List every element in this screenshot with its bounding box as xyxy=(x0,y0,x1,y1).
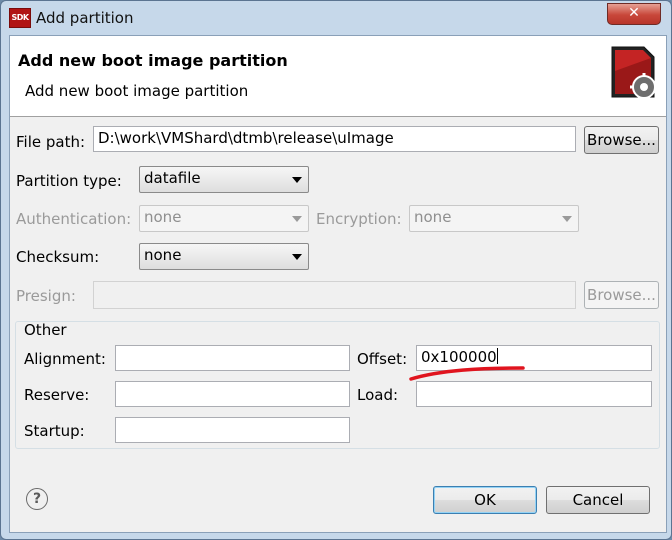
partition-type-select[interactable]: datafile xyxy=(139,166,309,193)
reserve-label: Reserve: xyxy=(24,386,90,404)
load-label: Load: xyxy=(357,386,399,404)
file-path-input[interactable]: D:\work\VMShard\dtmb\release\uImage xyxy=(93,126,576,152)
checksum-label: Checksum: xyxy=(16,248,100,266)
banner-title: Add new boot image partition xyxy=(18,51,288,70)
banner-message: Add new boot image partition xyxy=(25,82,249,100)
chevron-down-icon xyxy=(562,216,572,222)
reserve-input[interactable] xyxy=(115,381,350,407)
partition-type-label: Partition type: xyxy=(16,172,122,190)
partition-type-value: datafile xyxy=(144,169,201,187)
alignment-input[interactable] xyxy=(115,345,350,371)
title-bar: SDK Add partition ✕ xyxy=(1,1,672,35)
alignment-label: Alignment: xyxy=(24,350,106,368)
sd-card-gear-icon xyxy=(611,46,658,101)
browse-presign-button[interactable]: Browse... xyxy=(584,281,659,309)
presign-label: Presign: xyxy=(16,287,76,305)
sdk-app-icon: SDK xyxy=(9,8,31,28)
authentication-value: none xyxy=(144,208,182,226)
dialog-window: SDK Add partition ✕ Add new boot image p… xyxy=(0,0,672,540)
chevron-down-icon xyxy=(292,254,302,260)
authentication-select[interactable]: none xyxy=(139,205,309,232)
authentication-label: Authentication: xyxy=(16,210,132,228)
encryption-label: Encryption: xyxy=(316,210,402,228)
help-icon[interactable]: ? xyxy=(26,488,48,510)
presign-input[interactable] xyxy=(93,281,576,309)
title-area: Add new boot image partition Add new boo… xyxy=(10,36,666,117)
checksum-value: none xyxy=(144,246,182,264)
red-underline-annotation xyxy=(409,366,525,381)
encryption-select[interactable]: none xyxy=(409,205,579,232)
offset-label: Offset: xyxy=(357,350,408,368)
window-title: Add partition xyxy=(36,9,134,27)
startup-label: Startup: xyxy=(24,422,85,440)
checksum-select[interactable]: none xyxy=(139,243,309,270)
close-button[interactable]: ✕ xyxy=(607,3,661,25)
browse-file-button[interactable]: Browse... xyxy=(584,126,659,154)
cancel-button[interactable]: Cancel xyxy=(546,486,650,514)
startup-input[interactable] xyxy=(115,417,350,443)
chevron-down-icon xyxy=(292,216,302,222)
file-path-label: File path: xyxy=(16,133,86,151)
chevron-down-icon xyxy=(292,177,302,183)
encryption-value: none xyxy=(414,208,452,226)
ok-button[interactable]: OK xyxy=(433,486,537,514)
other-group-label: Other xyxy=(24,321,67,339)
dialog-content: Add new boot image partition Add new boo… xyxy=(9,35,667,533)
